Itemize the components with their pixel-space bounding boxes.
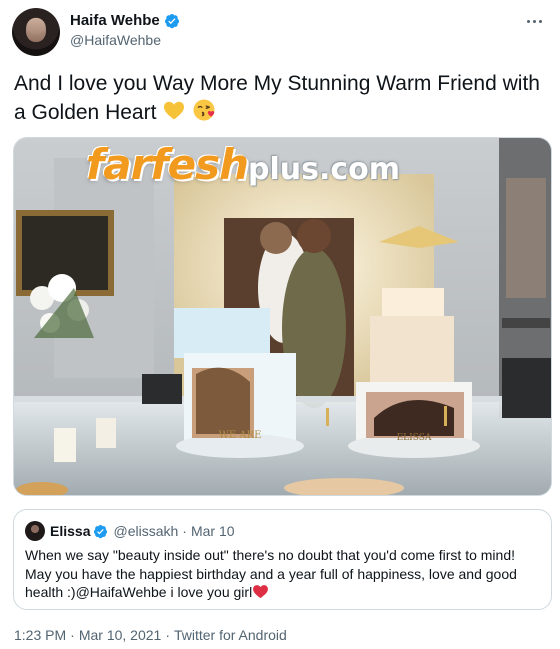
quoted-separator: · — [182, 523, 187, 539]
face-blowing-kiss-icon — [193, 99, 215, 121]
more-options-icon[interactable] — [524, 14, 544, 28]
watermark: farfeshplus.com — [86, 140, 400, 189]
meta-separator-1: · — [70, 627, 75, 643]
red-heart-icon — [253, 585, 269, 599]
verified-badge-icon — [164, 13, 179, 28]
quoted-tweet-text: When we say "beauty inside out" there's … — [25, 546, 545, 602]
tweet-date[interactable]: Mar 10, 2021 — [79, 627, 162, 643]
yellow-heart-icon — [164, 101, 185, 120]
meta-separator-2: · — [165, 627, 170, 643]
birthday-cakes-photo: WE ARE ELISSA — [14, 138, 551, 495]
cake-right-label: ELISSA — [397, 433, 432, 443]
author-handle[interactable]: @HaifaWehbe — [70, 32, 161, 48]
quoted-author-avatar[interactable] — [25, 521, 45, 541]
cake-left-label: WE ARE — [219, 430, 262, 441]
tweet-metadata: 1:23 PM · Mar 10, 2021 · Twitter for Android — [14, 627, 287, 643]
quoted-tweet[interactable]: Elissa @elissakh · Mar 10 When we say "b… — [13, 509, 552, 610]
quoted-author-handle[interactable]: @elissakh — [113, 523, 178, 539]
watermark-suffix: plus.com — [247, 152, 401, 187]
quoted-tweet-header: Elissa @elissakh · Mar 10 — [25, 521, 235, 541]
author-display-name[interactable]: Haifa Wehbe — [70, 12, 160, 29]
quoted-verified-badge-icon — [94, 524, 108, 538]
tweet-source[interactable]: Twitter for Android — [174, 627, 287, 643]
author-name-row[interactable]: Haifa Wehbe — [70, 12, 180, 29]
tweet-card: Haifa Wehbe @HaifaWehbe And I love you W… — [0, 0, 560, 649]
quoted-date[interactable]: Mar 10 — [191, 523, 235, 539]
tweet-header: Haifa Wehbe @HaifaWehbe — [12, 6, 548, 56]
tweet-text: And I love you Way More My Stunning Warm… — [14, 70, 544, 127]
author-avatar[interactable] — [12, 8, 60, 56]
tweet-body: And I love you Way More My Stunning Warm… — [14, 72, 540, 124]
tweet-time[interactable]: 1:23 PM — [14, 627, 66, 643]
quoted-author-name[interactable]: Elissa — [50, 523, 90, 539]
quoted-tweet-body: When we say "beauty inside out" there's … — [25, 547, 517, 600]
tweet-photo[interactable]: WE ARE ELISSA farfeshplus.com — [13, 137, 552, 496]
watermark-main: farfesh — [86, 140, 249, 189]
